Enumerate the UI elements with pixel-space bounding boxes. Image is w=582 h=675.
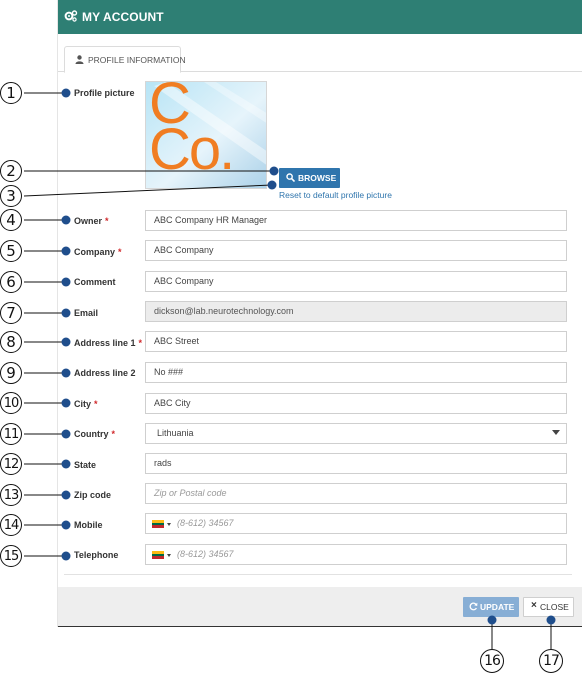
zip-code-input[interactable]: Zip or Postal code [145, 483, 567, 504]
close-button-label: CLOSE [540, 602, 569, 612]
profile-picture: Co. C [145, 81, 267, 189]
annotation-number: 5 [6, 242, 16, 260]
address-line-2-label: Address line 2 [74, 368, 136, 378]
annotation-number: 17 [543, 653, 560, 669]
user-icon [75, 55, 84, 64]
state-label: State [74, 460, 97, 470]
annotation-number: 11 [3, 426, 20, 442]
refresh-icon [469, 602, 478, 611]
annotation-number: 16 [484, 653, 501, 669]
annotation-number: 14 [3, 517, 20, 533]
telephone-label: Telephone [74, 550, 119, 560]
country-label: Country * [74, 429, 116, 439]
browse-button[interactable]: BROWSE [279, 168, 340, 188]
company-label: Company * [74, 247, 122, 257]
annotation-number: 8 [6, 333, 16, 351]
annotation-number: 13 [3, 487, 20, 503]
annotation-number: 4 [6, 211, 16, 229]
account-dialog: MY ACCOUNT PROFILE INFORMATION Profile p… [57, 0, 582, 627]
tab-profile-information[interactable]: PROFILE INFORMATION [64, 46, 186, 73]
annotation-number: 10 [3, 395, 20, 411]
dialog-title: MY ACCOUNT [82, 10, 164, 24]
country-select[interactable]: Lithuania [145, 423, 567, 444]
annotation-number: 6 [6, 273, 16, 291]
annotation-number: 12 [3, 456, 20, 472]
lithuania-flag-icon[interactable] [152, 520, 164, 529]
zip-code-placeholder: Zip or Postal code [154, 488, 227, 498]
annotation-number: 15 [3, 548, 20, 564]
country-value: Lithuania [157, 428, 194, 438]
chevron-down-icon [167, 554, 171, 557]
profile-picture-label: Profile picture [74, 88, 135, 98]
logo-text-top: C [149, 81, 191, 136]
email-label: Email [74, 308, 99, 318]
annotation-number: 1 [6, 84, 16, 102]
owner-label: Owner * [74, 216, 109, 226]
lithuania-flag-icon[interactable] [152, 551, 164, 560]
owner-input[interactable]: ABC Company HR Manager [145, 210, 567, 231]
address-line-1-input[interactable]: ABC Street [145, 331, 567, 352]
state-input[interactable]: rads [145, 453, 567, 474]
comment-label: Comment [74, 277, 116, 287]
chevron-down-icon [552, 430, 560, 435]
city-input[interactable]: ABC City [145, 393, 567, 414]
divider [64, 574, 572, 575]
dialog-footer: UPDATE × CLOSE [58, 587, 582, 627]
close-button[interactable]: × CLOSE [523, 597, 574, 617]
dialog-header: MY ACCOUNT [58, 0, 582, 34]
city-label: City * [74, 399, 98, 409]
telephone-input[interactable]: (8-612) 34567 [145, 544, 567, 565]
annotation-number: 7 [6, 304, 16, 322]
chevron-down-icon [167, 523, 171, 526]
email-field: dickson@lab.neurotechnology.com [145, 301, 567, 322]
annotation-number: 9 [6, 364, 16, 382]
update-button[interactable]: UPDATE [463, 597, 519, 617]
address-line-2-input[interactable]: No ### [145, 362, 567, 383]
mobile-input[interactable]: (8-612) 34567 [145, 513, 567, 534]
mobile-label: Mobile [74, 520, 103, 530]
search-icon [286, 173, 295, 182]
browse-button-label: BROWSE [298, 173, 337, 183]
tab-bar: PROFILE INFORMATION [58, 44, 582, 73]
tab-label: PROFILE INFORMATION [88, 55, 186, 65]
annotation-number: 3 [6, 187, 16, 205]
annotation-number: 2 [6, 162, 16, 180]
reset-picture-link[interactable]: Reset to default profile picture [279, 190, 392, 200]
address-line-1-label: Address line 1 * [74, 338, 143, 348]
close-icon: × [531, 600, 537, 611]
telephone-placeholder: (8-612) 34567 [177, 549, 234, 559]
zip-code-label: Zip code [74, 490, 112, 500]
gears-icon [64, 10, 78, 22]
update-button-label: UPDATE [480, 602, 515, 612]
comment-input[interactable]: ABC Company [145, 271, 567, 292]
company-input[interactable]: ABC Company [145, 240, 567, 261]
mobile-placeholder: (8-612) 34567 [177, 518, 234, 528]
